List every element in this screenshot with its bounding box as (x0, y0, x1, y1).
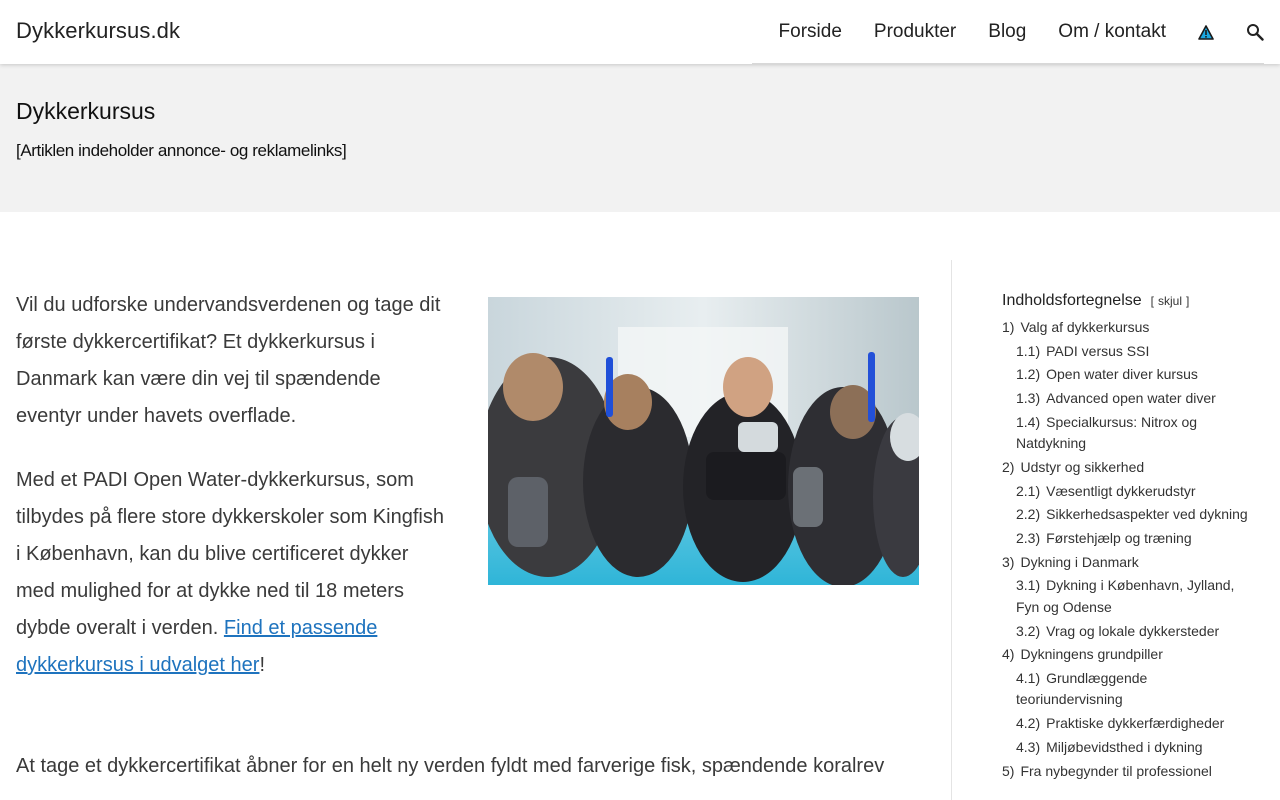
site-header: Dykkerkursus.dk Forside Produkter Blog O… (0, 0, 1280, 64)
toc-item-number: 2.2) (1016, 506, 1041, 523)
toc-item[interactable]: 4.1) Grundlæggende teoriundervisning (1002, 668, 1252, 711)
toc-item-label[interactable]: Miljøbevidsthed i dykning (1046, 739, 1202, 755)
toc-item-label[interactable]: Specialkursus: Nitrox og Natdykning (1016, 414, 1197, 452)
toc-list: 1) Valg af dykkerkursus 1.1) PADI versus SS… (1002, 317, 1252, 782)
toc-item[interactable]: 2.3) Førstehjælp og træning (1002, 528, 1252, 550)
intro-paragraph-2-text: Med et PADI Open Water-dykkerkursus, som… (16, 469, 444, 639)
toc-item[interactable]: 2) Udstyr og sikkerhed (1002, 457, 1252, 479)
main-nav: Forside Produkter Blog Om / kontakt (779, 0, 1264, 64)
toc-item-number: 1.3) (1016, 390, 1041, 407)
toc-item-number: 5) (1002, 762, 1015, 779)
intro-text: Vil du udforske undervandsverdenen og ta… (16, 287, 448, 711)
toc-toggle-open-bracket: [ (1150, 294, 1154, 308)
toc-item-number: 2.1) (1016, 482, 1041, 499)
intro-paragraph-2-end: ! (259, 654, 266, 676)
toc-title: Indholdsfortegnelse (1002, 292, 1142, 309)
toc-item-label[interactable]: Advanced open water diver (1046, 390, 1216, 406)
toc-item[interactable]: 3.1) Dykning i København, Jylland, Fyn og… (1002, 575, 1252, 618)
toc-item[interactable]: 5) Fra nybegynder til professionel (1002, 761, 1252, 783)
toc-item[interactable]: 1) Valg af dykkerkursus (1002, 317, 1252, 339)
toc-item[interactable]: 2.1) Væsentligt dykkerudstyr (1002, 481, 1252, 503)
toc-item[interactable]: 4) Dykningens grundpiller (1002, 644, 1252, 666)
toc-item-label[interactable]: Valg af dykkerkursus (1020, 319, 1149, 335)
nav-underline (752, 63, 1264, 64)
body-paragraph-3: At tage et dykkercertifikat åbner for en… (16, 755, 885, 777)
toc-item-number: 3.2) (1016, 622, 1041, 639)
intro-paragraph-1: Vil du udforske undervandsverdenen og ta… (16, 294, 441, 427)
toc-item-number: 3) (1002, 553, 1015, 570)
toc-item-label[interactable]: Vrag og lokale dykkersteder (1046, 623, 1219, 639)
toc-item[interactable]: 1.1) PADI versus SSI (1002, 341, 1252, 363)
sidebar-divider (951, 260, 952, 800)
toc-item-number: 2.3) (1016, 530, 1041, 546)
toc-toggle-label[interactable]: skjul (1158, 294, 1182, 308)
toc-item-label[interactable]: Open water diver kursus (1046, 366, 1198, 382)
toc-item-number: 4.3) (1016, 738, 1041, 755)
table-of-contents: Indholdsfortegnelse [ skjul] 1) Valg af dy… (1002, 292, 1252, 784)
toc-toggle-close-bracket: ] (1186, 294, 1190, 308)
ad-disclaimer: [Artiklen indeholder annonce- og reklame… (16, 141, 347, 160)
toc-item-number: 4) (1002, 646, 1015, 663)
toc-item-label[interactable]: Fra nybegynder til professionel (1020, 763, 1211, 779)
nav-item-produkter[interactable]: Produkter (874, 21, 956, 43)
intro-paragraph-2: Med et PADI Open Water-dykkerkursus, som… (16, 462, 448, 684)
warning-triangle-icon[interactable] (1198, 24, 1214, 40)
toc-item-number: 4.2) (1016, 715, 1041, 732)
toc-item-number: 3.1) (1016, 577, 1041, 594)
toc-item-number: 1.1) (1016, 342, 1041, 359)
toc-item[interactable]: 4.2) Praktiske dykkerfærdigheder (1002, 713, 1252, 735)
toc-item-label[interactable]: Førstehjælp og træning (1046, 530, 1192, 546)
toc-item-label[interactable]: Sikkerhedsaspekter ved dykning (1046, 506, 1248, 522)
toc-item-label[interactable]: Udstyr og sikkerhed (1020, 459, 1144, 475)
toc-item[interactable]: 1.2) Open water diver kursus (1002, 364, 1252, 386)
toc-item-label[interactable]: Dykningens grundpiller (1020, 646, 1162, 662)
toc-item-number: 1.2) (1016, 366, 1041, 383)
toc-item-number: 1.4) (1016, 413, 1041, 430)
nav-item-blog[interactable]: Blog (988, 21, 1026, 43)
toc-item-number: 4.1) (1016, 669, 1041, 686)
search-icon[interactable] (1246, 23, 1264, 41)
toc-item-label[interactable]: Dykning i Danmark (1020, 554, 1138, 570)
toc-item[interactable]: 4.3) Miljøbevidsthed i dykning (1002, 737, 1252, 759)
nav-item-forside[interactable]: Forside (779, 21, 842, 43)
toc-item-label[interactable]: Væsentligt dykkerudstyr (1046, 483, 1195, 499)
title-band: Dykkerkursus [Artiklen indeholder annonc… (0, 64, 1280, 212)
page-title: Dykkerkursus (16, 98, 156, 124)
toc-item-label[interactable]: Dykning i København, Jylland, Fyn og Ode… (1016, 577, 1234, 615)
toc-item-number: 1) (1002, 319, 1015, 335)
toc-item[interactable]: 1.4) Specialkursus: Nitrox og Natdykning (1002, 412, 1252, 455)
toc-item-label[interactable]: PADI versus SSI (1046, 343, 1149, 359)
toc-header: Indholdsfortegnelse [ skjul] (1002, 292, 1252, 310)
hero-image-diving-class (488, 297, 919, 585)
toc-toggle-button[interactable]: [ skjul] (1151, 294, 1190, 308)
toc-item-label[interactable]: Praktiske dykkerfærdigheder (1046, 715, 1224, 731)
toc-item[interactable]: 1.3) Advanced open water diver (1002, 388, 1252, 410)
toc-item[interactable]: 2.2) Sikkerhedsaspekter ved dykning (1002, 504, 1252, 526)
toc-item-number: 2) (1002, 458, 1015, 475)
toc-item[interactable]: 3) Dykning i Danmark (1002, 552, 1252, 574)
nav-item-om-kontakt[interactable]: Om / kontakt (1058, 21, 1166, 43)
site-title[interactable]: Dykkerkursus.dk (16, 18, 180, 44)
toc-item[interactable]: 3.2) Vrag og lokale dykkersteder (1002, 621, 1252, 643)
